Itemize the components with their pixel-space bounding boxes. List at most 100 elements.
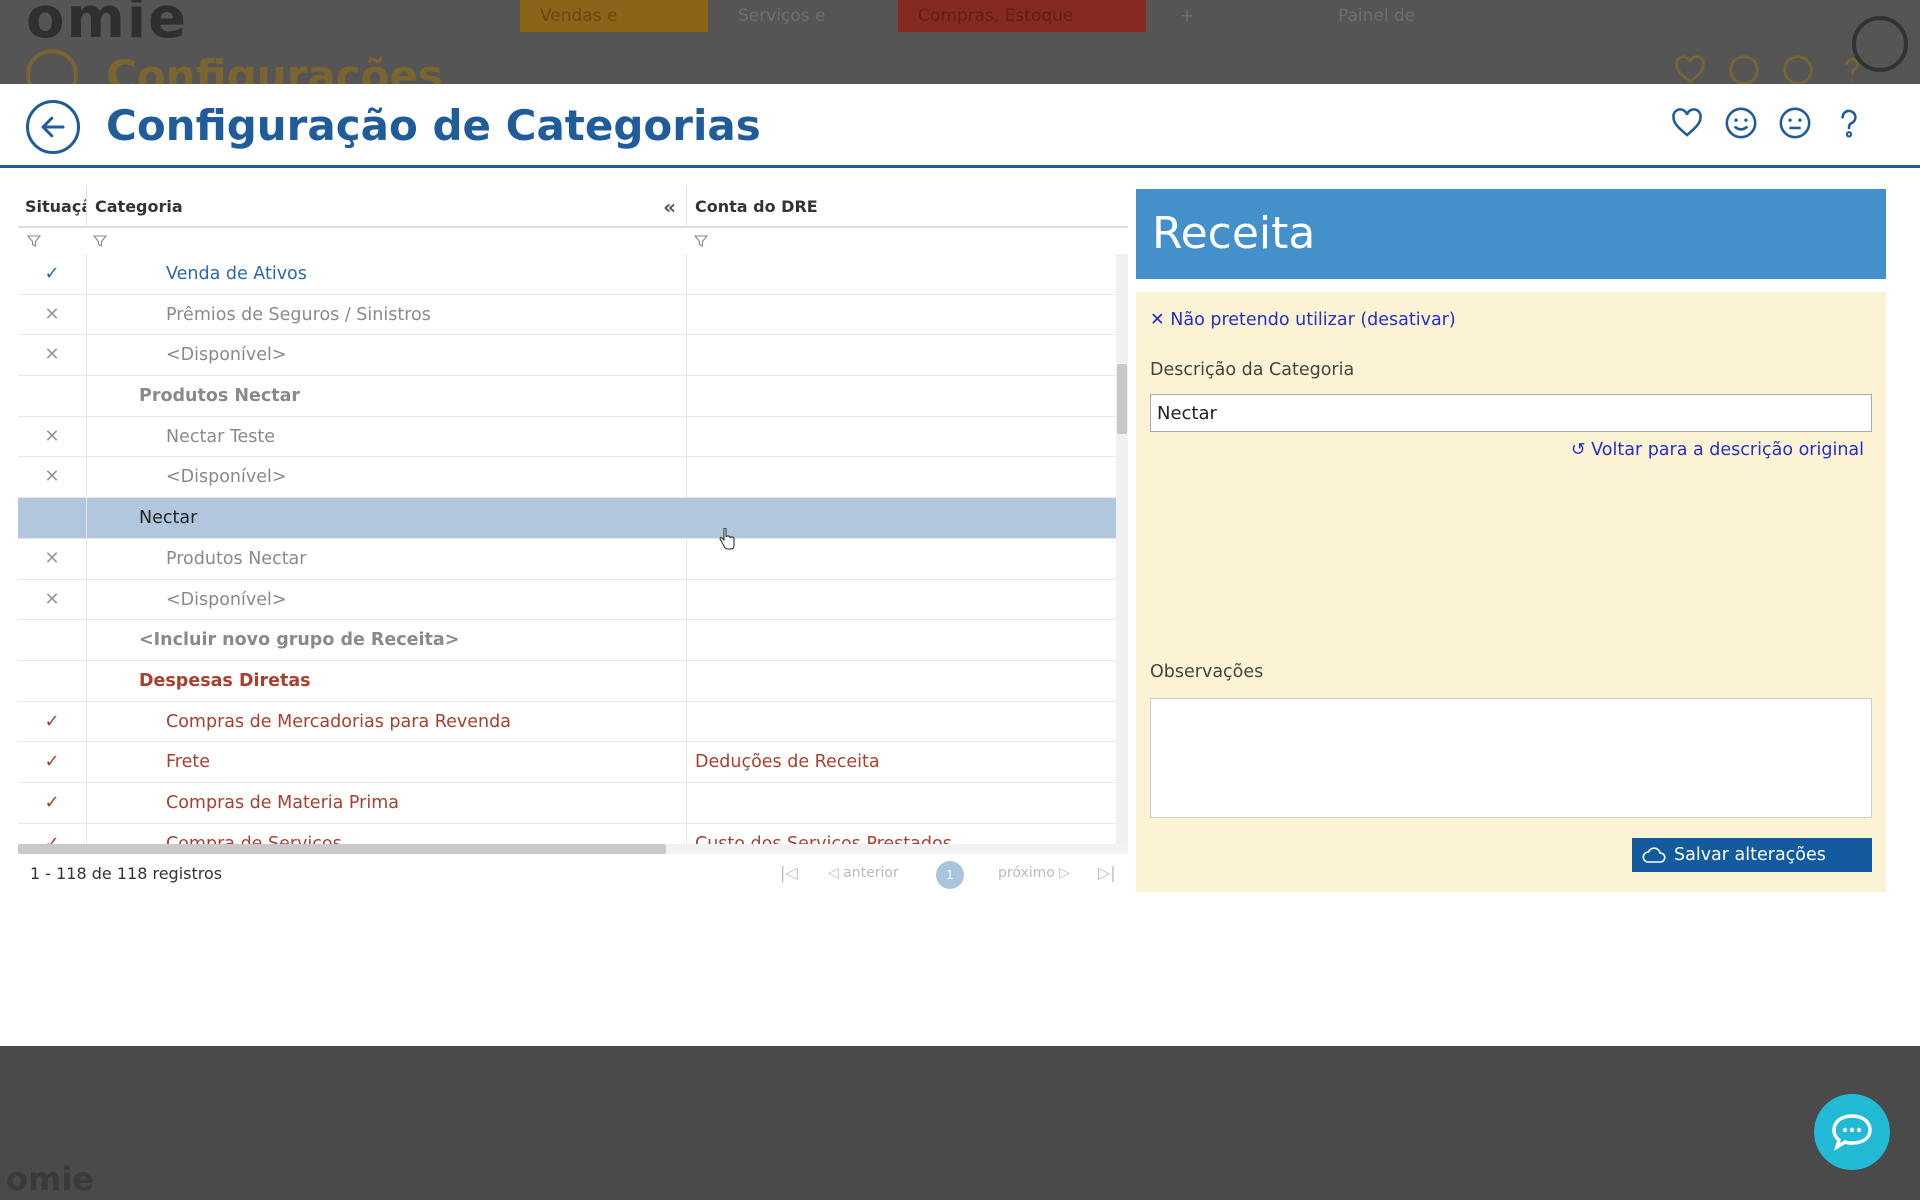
vertical-scroll-thumb[interactable] [1117, 364, 1127, 434]
horizontal-scroll-thumb[interactable] [18, 844, 666, 854]
prev-page-label: anterior [843, 865, 899, 881]
dre-cell [687, 335, 1116, 375]
notes-label: Observações [1150, 662, 1264, 682]
page-title: Configuração de Categorias [106, 101, 761, 150]
first-page-icon[interactable]: |◁ [780, 863, 798, 882]
feedback-neutral-button[interactable] [1778, 106, 1812, 140]
smile-icon [1725, 107, 1757, 139]
category-cell: Compras de Mercadorias para Revenda [87, 701, 687, 742]
category-cell: Frete [87, 742, 687, 783]
dre-cell [687, 620, 1116, 660]
modal-header: Configuração de Categorias [0, 84, 1920, 168]
status-cell [18, 660, 87, 701]
category-config-modal: Configuração de Categorias Situação Cate… [0, 84, 1920, 1046]
dre-cell: Custo dos Serviços Prestados [695, 833, 952, 844]
next-page-button[interactable]: próximo ▷ [998, 865, 1070, 881]
last-page-icon[interactable]: ▷| [1098, 863, 1116, 882]
collapse-column-button[interactable]: « [663, 186, 676, 228]
background-tab-compras: Compras, Estoque [898, 0, 1146, 32]
table-row[interactable]: ✓ Compras de Mercadorias para Revenda [18, 701, 1116, 743]
column-header-situacao[interactable]: Situação [18, 186, 87, 228]
status-inactive-icon[interactable]: ✕ [18, 579, 87, 620]
table-row[interactable]: <Incluir novo grupo de Receita> [18, 620, 1116, 661]
dre-cell [687, 783, 1116, 823]
dre-cell [687, 498, 1116, 538]
page-number-button[interactable]: 1 [936, 861, 964, 889]
dre-cell [687, 457, 1116, 497]
dre-cell [687, 376, 1116, 416]
status-active-icon[interactable]: ✓ [18, 782, 87, 823]
category-group-cell: Nectar [139, 508, 198, 529]
deactivate-link[interactable]: ✕ Não pretendo utilizar (desativar) [1150, 310, 1456, 330]
status-active-icon[interactable]: ✓ [18, 254, 87, 294]
table-row[interactable]: ✕ Nectar Teste [18, 416, 1116, 458]
status-inactive-icon[interactable]: ✕ [18, 294, 87, 335]
favorite-button[interactable] [1670, 106, 1704, 140]
column-header-categoria[interactable]: Categoria « [87, 186, 687, 228]
neutral-face-icon [1779, 107, 1811, 139]
filter-categoria-icon[interactable] [93, 234, 107, 248]
background-back-icon [26, 49, 78, 84]
grid-rows: ✓ Venda de Ativos ✕ Prêmios de Seguros /… [18, 254, 1116, 844]
back-button[interactable] [26, 100, 80, 154]
add-revenue-group-link[interactable]: <Incluir novo grupo de Receita> [87, 620, 687, 661]
restore-description-label: Voltar para a descrição original [1591, 440, 1864, 460]
category-cell: Nectar Teste [87, 416, 687, 457]
dre-cell [687, 702, 1116, 742]
table-row-selected[interactable]: Nectar [18, 498, 1116, 539]
help-button[interactable] [1832, 106, 1866, 140]
vertical-scrollbar[interactable] [1116, 254, 1128, 844]
table-row[interactable]: ✓ Compras de Materia Prima [18, 782, 1116, 824]
category-group-cell: Produtos Nectar [87, 376, 687, 417]
table-row[interactable]: ✕ Prêmios de Seguros / Sinistros [18, 294, 1116, 336]
dre-cell [687, 254, 1116, 294]
table-row[interactable]: ✓ Compra de Serviços Custo dos Serviços … [18, 823, 1116, 844]
background-neutral-icon [1783, 55, 1813, 84]
category-cell: Produtos Nectar [87, 538, 687, 579]
table-row[interactable]: ✓ Frete Deduções de Receita [18, 742, 1116, 783]
table-row[interactable]: ✕ Produtos Nectar [18, 538, 1116, 580]
filter-conta-dre-icon[interactable] [694, 234, 708, 248]
save-button[interactable]: Salvar alterações [1632, 838, 1872, 872]
status-inactive-icon[interactable]: ✕ [18, 416, 87, 457]
background-tab-plus: + [1180, 6, 1195, 26]
table-row[interactable]: ✕ <Disponível> [18, 579, 1116, 621]
arrow-left-icon [41, 116, 65, 138]
heart-icon [1672, 108, 1702, 137]
table-row[interactable]: Despesas Diretas [18, 660, 1116, 702]
cloud-icon [1642, 847, 1666, 863]
table-row[interactable]: ✕ <Disponível> [18, 335, 1116, 377]
status-inactive-icon[interactable]: ✕ [18, 457, 87, 498]
category-cell: <Disponível> [87, 579, 687, 620]
filter-situacao-icon[interactable] [27, 234, 41, 248]
column-header-conta-dre[interactable]: Conta do DRE [687, 186, 1128, 228]
horizontal-scrollbar[interactable] [18, 844, 1128, 854]
background-tab-painel: Painel de [1338, 6, 1416, 26]
status-active-icon[interactable]: ✓ [18, 701, 87, 742]
status-active-icon[interactable]: ✓ [18, 823, 87, 844]
category-cell: <Disponível> [87, 457, 687, 498]
status-inactive-icon[interactable]: ✕ [18, 538, 87, 579]
chat-button[interactable] [1814, 1094, 1890, 1170]
background-title: Configurações [106, 50, 443, 85]
background-heart-icon [1675, 55, 1705, 84]
category-group-cell: Despesas Diretas [87, 660, 687, 701]
status-inactive-icon[interactable]: ✕ [18, 335, 87, 376]
category-grid: Situação Categoria « Conta do DRE ✓ Vend… [18, 186, 1128, 889]
table-row[interactable]: ✓ Venda de Ativos [18, 254, 1116, 295]
background-title-row: Configurações [26, 49, 443, 85]
prev-page-button[interactable]: ◁ anterior [828, 865, 899, 881]
table-row[interactable]: ✕ <Disponível> [18, 457, 1116, 499]
notes-textarea[interactable] [1150, 698, 1872, 818]
status-active-icon[interactable]: ✓ [18, 742, 87, 783]
background-tab-vendas: Vendas e [520, 0, 708, 32]
description-input[interactable] [1150, 394, 1872, 432]
restore-description-link[interactable]: ↺ Voltar para a descrição original [1571, 440, 1864, 460]
feedback-positive-button[interactable] [1724, 106, 1758, 140]
description-label: Descrição da Categoria [1150, 360, 1355, 380]
table-row[interactable]: Produtos Nectar [18, 376, 1116, 417]
undo-icon: ↺ [1570, 440, 1586, 460]
grid-header: Situação Categoria « Conta do DRE [18, 186, 1128, 228]
deactivate-label: Não pretendo utilizar (desativar) [1170, 310, 1456, 330]
category-edit-panel: ✕ Não pretendo utilizar (desativar) Desc… [1136, 292, 1886, 892]
